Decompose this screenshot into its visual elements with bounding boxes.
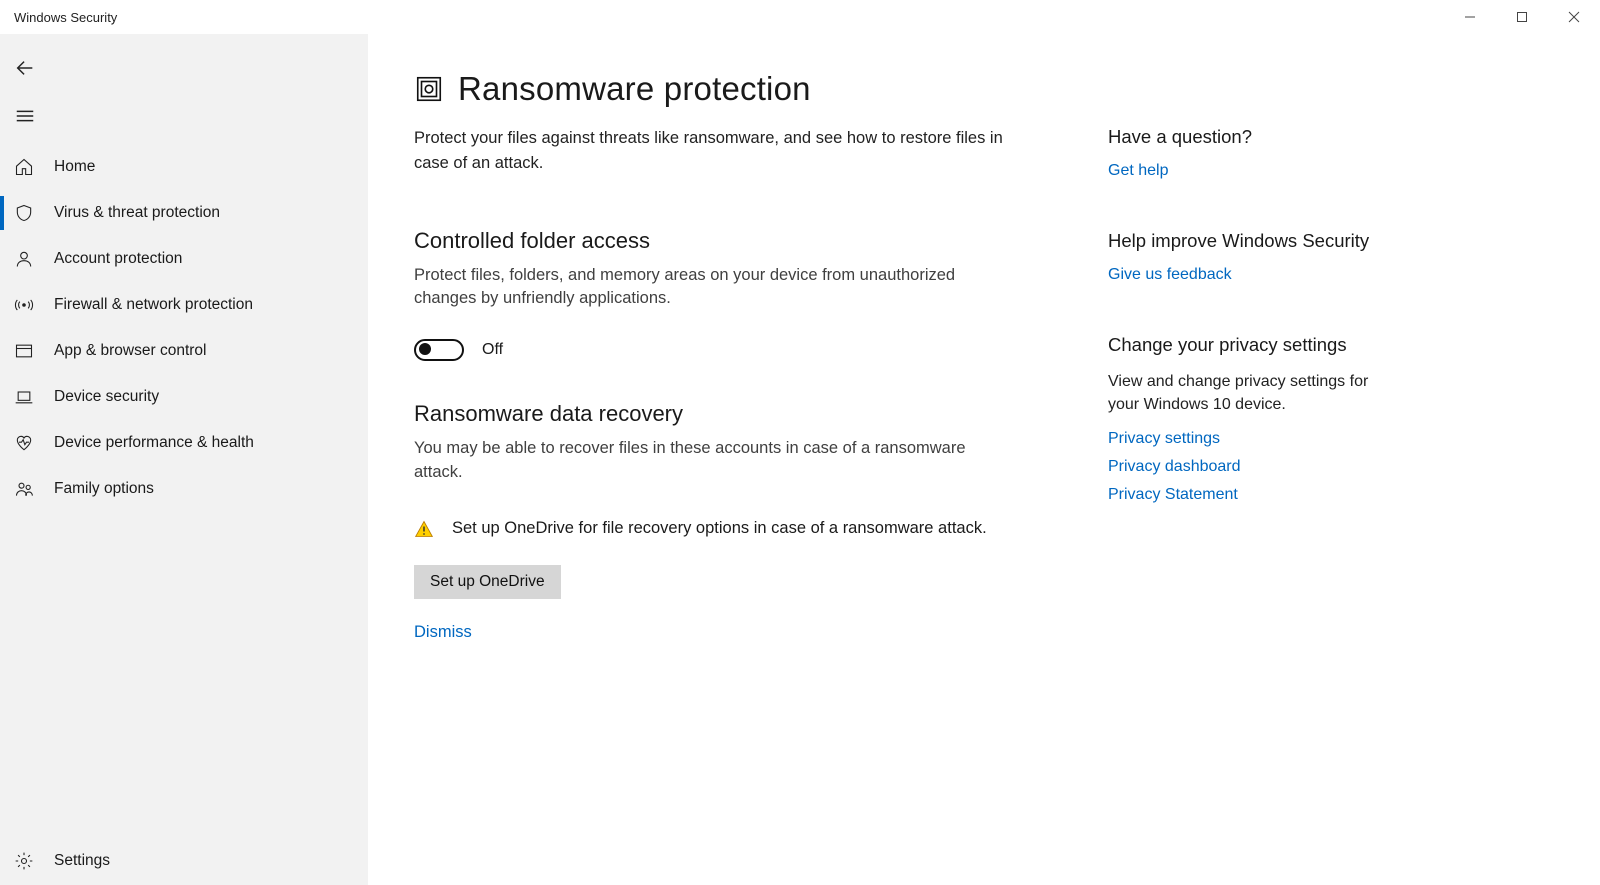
- laptop-icon: [14, 387, 54, 407]
- page-title: Ransomware protection: [458, 70, 811, 108]
- nav-item-device-security[interactable]: Device security: [0, 374, 368, 420]
- nav-label: Firewall & network protection: [54, 296, 253, 314]
- title-bar: Windows Security: [0, 0, 1600, 34]
- antenna-icon: [14, 295, 54, 315]
- privacy-statement-link[interactable]: Privacy Statement: [1108, 486, 1448, 504]
- back-button[interactable]: [0, 44, 368, 92]
- section-description: Protect files, folders, and memory areas…: [414, 264, 1014, 312]
- page-header: Ransomware protection: [414, 70, 1048, 108]
- privacy-text: View and change privacy settings for you…: [1108, 370, 1388, 416]
- privacy-dashboard-link[interactable]: Privacy dashboard: [1108, 458, 1448, 476]
- window-controls: [1444, 0, 1600, 34]
- feedback-link[interactable]: Give us feedback: [1108, 266, 1448, 284]
- nav-label: Home: [54, 158, 95, 176]
- setup-onedrive-button[interactable]: Set up OneDrive: [414, 565, 561, 599]
- toggle-state: Off: [482, 341, 503, 359]
- minimize-icon: [1464, 11, 1476, 23]
- nav-list: Home Virus & threat protection Account p…: [0, 144, 368, 512]
- ransomware-icon: [414, 74, 444, 104]
- nav-item-account[interactable]: Account protection: [0, 236, 368, 282]
- nav-item-performance[interactable]: Device performance & health: [0, 420, 368, 466]
- close-icon: [1568, 11, 1580, 23]
- section-heading: Controlled folder access: [414, 228, 1048, 254]
- dismiss-link[interactable]: Dismiss: [414, 623, 472, 642]
- content: Ransomware protection Protect your files…: [368, 34, 1600, 885]
- back-arrow-icon: [14, 57, 36, 79]
- aside-heading: Help improve Windows Security: [1108, 230, 1448, 252]
- privacy-settings-link[interactable]: Privacy settings: [1108, 430, 1448, 448]
- maximize-button[interactable]: [1496, 0, 1548, 34]
- minimize-button[interactable]: [1444, 0, 1496, 34]
- maximize-icon: [1516, 11, 1528, 23]
- controlled-folder-section: Controlled folder access Protect files, …: [414, 228, 1048, 362]
- nav-label: Family options: [54, 480, 154, 498]
- shield-icon: [14, 203, 54, 223]
- hamburger-button[interactable]: [0, 92, 368, 140]
- people-icon: [14, 479, 54, 499]
- nav-item-app-browser[interactable]: App & browser control: [0, 328, 368, 374]
- aside-column: Have a question? Get help Help improve W…: [1108, 34, 1488, 885]
- hamburger-icon: [14, 105, 36, 127]
- privacy-block: Change your privacy settings View and ch…: [1108, 334, 1448, 504]
- recovery-section: Ransomware data recovery You may be able…: [414, 401, 1048, 642]
- sidebar: Home Virus & threat protection Account p…: [0, 34, 368, 885]
- warning-row: Set up OneDrive for file recovery option…: [414, 517, 1048, 541]
- nav-item-virus-threat[interactable]: Virus & threat protection: [0, 190, 368, 236]
- nav-label: Settings: [54, 852, 110, 870]
- get-help-link[interactable]: Get help: [1108, 162, 1448, 180]
- section-heading: Ransomware data recovery: [414, 401, 1048, 427]
- window-title: Windows Security: [14, 10, 117, 25]
- nav-item-settings[interactable]: Settings: [0, 837, 368, 885]
- home-icon: [14, 157, 54, 177]
- person-icon: [14, 249, 54, 269]
- help-block: Have a question? Get help: [1108, 126, 1448, 180]
- section-description: You may be able to recover files in thes…: [414, 437, 1014, 485]
- controlled-folder-toggle[interactable]: [414, 339, 464, 361]
- nav-label: Account protection: [54, 250, 182, 268]
- heart-icon: [14, 433, 54, 453]
- warning-icon: [414, 519, 434, 539]
- gear-icon: [14, 851, 54, 871]
- aside-heading: Change your privacy settings: [1108, 334, 1448, 356]
- nav-item-family[interactable]: Family options: [0, 466, 368, 512]
- nav-item-firewall[interactable]: Firewall & network protection: [0, 282, 368, 328]
- nav-item-home[interactable]: Home: [0, 144, 368, 190]
- warning-text: Set up OneDrive for file recovery option…: [452, 517, 987, 541]
- close-button[interactable]: [1548, 0, 1600, 34]
- nav-label: Device performance & health: [54, 434, 254, 452]
- main-column: Ransomware protection Protect your files…: [368, 34, 1108, 885]
- page-description: Protect your files against threats like …: [414, 126, 1014, 176]
- toggle-row: Off: [414, 339, 1048, 361]
- nav-label: Virus & threat protection: [54, 204, 220, 222]
- nav-label: App & browser control: [54, 342, 207, 360]
- feedback-block: Help improve Windows Security Give us fe…: [1108, 230, 1448, 284]
- aside-heading: Have a question?: [1108, 126, 1448, 148]
- nav-label: Device security: [54, 388, 159, 406]
- window-icon: [14, 341, 54, 361]
